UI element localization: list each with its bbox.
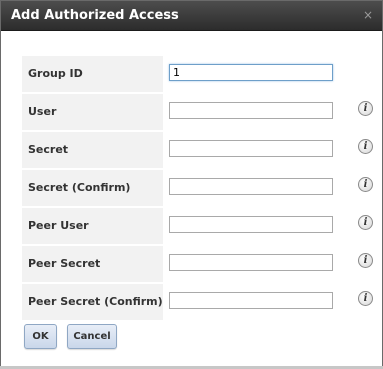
input-cell [164,94,334,130]
label-cell: Group ID [22,56,163,92]
form-row-peer-secret: Peer Secret [22,246,334,282]
close-icon[interactable]: × [362,8,374,22]
label-cell: Peer User [22,208,163,244]
label-cell: Peer Secret [22,246,163,282]
form-row-user: User [22,94,334,130]
label-cell: Peer Secret (Confirm) [22,284,163,320]
input-cell [164,56,334,92]
field-label-secret-confirm: Secret (Confirm) [28,181,131,194]
label-cell: Secret (Confirm) [22,170,163,206]
peer-secret-confirm-input[interactable] [169,292,333,309]
input-cell [164,246,334,282]
user-info-icon[interactable]: i [358,101,373,116]
field-label-group-id: Group ID [28,67,83,80]
form-row-secret-confirm: Secret (Confirm) [22,170,334,206]
user-input[interactable] [169,102,333,119]
label-cell: User [22,94,163,130]
input-cell [164,132,334,168]
form-row-secret: Secret [22,132,334,168]
peer-secret-info-icon[interactable]: i [358,253,373,268]
form-row-peer-user: Peer User [22,208,334,244]
add-authorized-access-dialog: Add Authorized Access × Group ID User i … [0,0,383,369]
input-cell [164,284,334,320]
peer-user-info-icon[interactable]: i [358,215,373,230]
label-cell: Secret [22,132,163,168]
field-label-peer-user: Peer User [28,219,89,232]
secret-confirm-input[interactable] [169,178,333,195]
form-row-group-id: Group ID [22,56,334,92]
form-row-peer-secret-confirm: Peer Secret (Confirm) [22,284,334,320]
peer-secret-confirm-info-icon[interactable]: i [358,291,373,306]
peer-secret-input[interactable] [169,254,333,271]
dialog-title: Add Authorized Access [11,8,179,23]
field-label-peer-secret: Peer Secret [28,257,101,270]
ok-button[interactable]: OK [24,324,57,349]
field-label-peer-secret-confirm: Peer Secret (Confirm) [28,295,163,308]
secret-confirm-info-icon[interactable]: i [358,177,373,192]
input-cell [164,208,334,244]
cancel-button[interactable]: Cancel [67,324,117,349]
input-cell [164,170,334,206]
field-label-secret: Secret [28,143,69,156]
secret-input[interactable] [169,140,333,157]
secret-info-icon[interactable]: i [358,139,373,154]
dialog-titlebar[interactable]: Add Authorized Access × [1,1,382,31]
group-id-input[interactable] [169,64,333,81]
peer-user-input[interactable] [169,216,333,233]
field-label-user: User [28,105,57,118]
